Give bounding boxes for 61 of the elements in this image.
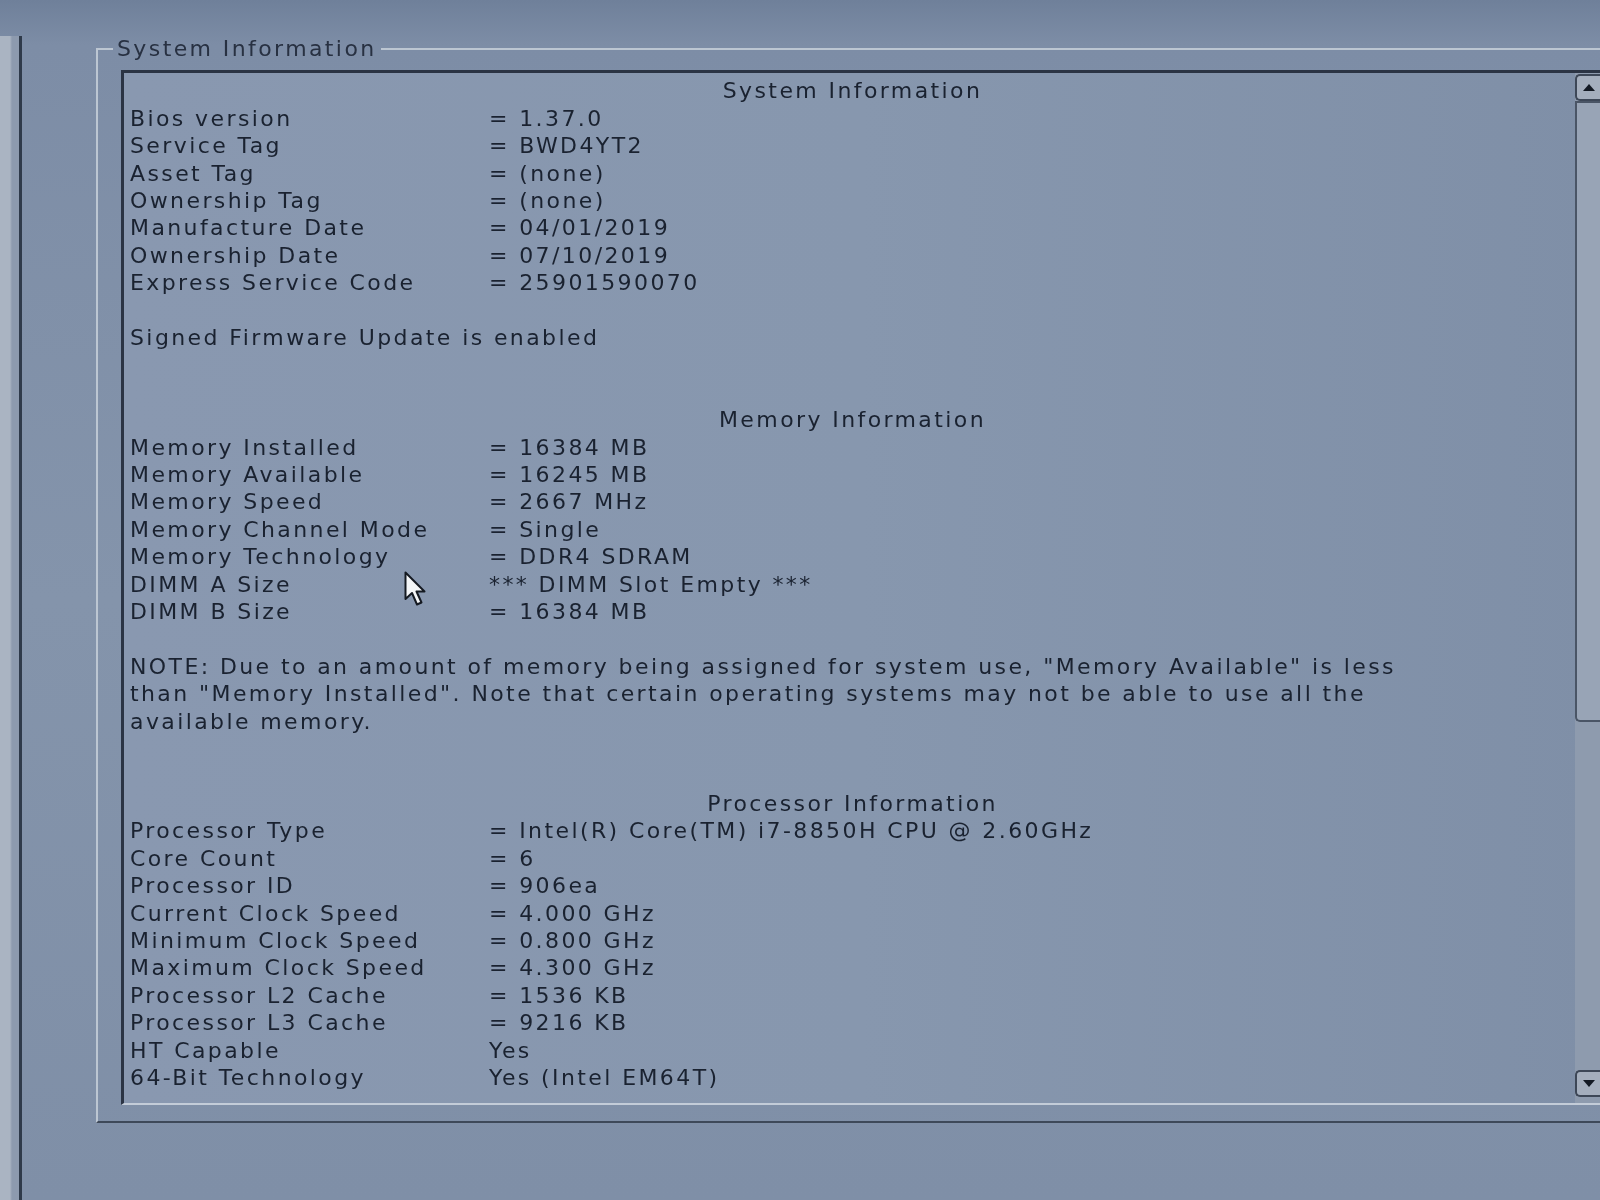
field-value: = 4.000 GHz — [489, 899, 656, 927]
field-value: = 4.300 GHz — [489, 954, 656, 982]
field-label: Memory Speed — [130, 488, 325, 516]
field-value: = 1.37.0 — [489, 104, 604, 133]
section-heading: System Information — [722, 78, 983, 104]
field-value: = (none) — [489, 187, 606, 215]
field-value: = 16384 MB — [489, 433, 650, 462]
field-value: = 1536 KB — [489, 981, 629, 1010]
field-label: Memory Technology — [130, 543, 391, 571]
field-value: = BWD4YT2 — [489, 132, 644, 160]
field-label: HT Capable — [130, 1036, 281, 1064]
field-value: = DDR4 SDRAM — [489, 543, 693, 571]
section-heading: Processor Information — [707, 790, 998, 816]
field-label: Processor Type — [130, 817, 328, 845]
section-heading: Memory Information — [719, 407, 986, 433]
field-value: = 07/10/2019 — [489, 241, 671, 270]
field-label: Processor L2 Cache — [130, 981, 388, 1010]
field-value: = 16245 MB — [489, 461, 650, 489]
field-value: = 906ea — [489, 872, 601, 900]
field-label: Service Tag — [130, 132, 282, 160]
field-label: Current Clock Speed — [130, 899, 401, 927]
note-text: NOTE: Due to an amount of memory being assigned for system use, "Memory Available" is less than "Memory Installed". Note that certain operating systems may not be able to use all the available memory. — [130, 652, 1397, 736]
field-label: Manufacture Date — [130, 214, 367, 242]
field-label: DIMM A Size — [130, 570, 292, 599]
field-value: = 2667 MHz — [489, 488, 649, 516]
caret-up-icon — [1582, 84, 1595, 92]
field-value: = 04/01/2019 — [489, 214, 671, 242]
field-value: = Intel(R) Core(TM) i7-8850H CPU @ 2.60GHz — [489, 817, 1094, 845]
field-label: Memory Installed — [130, 433, 359, 462]
field-label: Memory Channel Mode — [130, 515, 430, 544]
field-value: = 6 — [489, 844, 536, 873]
field-value: = 16384 MB — [489, 598, 650, 626]
group-box-title: System Information — [116, 35, 378, 63]
field-label: Express Service Code — [130, 269, 416, 297]
caret-down-icon — [1582, 1080, 1595, 1088]
field-label: Maximum Clock Speed — [130, 954, 427, 982]
scrollbar[interactable] — [1575, 73, 1600, 1104]
field-value: *** DIMM Slot Empty *** — [489, 570, 813, 599]
field-label: Core Count — [130, 844, 278, 873]
field-label: 64-Bit Technology — [130, 1063, 366, 1092]
field-label: Processor ID — [130, 872, 296, 900]
field-label: Bios version — [130, 104, 293, 133]
field-value: Yes (Intel EM64T) — [489, 1063, 720, 1092]
field-value: = 0.800 GHz — [489, 926, 656, 955]
field-label: Ownership Date — [130, 241, 341, 270]
field-value: = (none) — [489, 159, 606, 188]
scroll-down-button[interactable] — [1575, 1070, 1600, 1098]
field-value: = Single — [489, 515, 602, 544]
field-label: Processor L3 Cache — [130, 1009, 388, 1037]
scrollbar-thumb[interactable] — [1575, 101, 1600, 723]
field-value: = 25901590070 — [489, 269, 700, 297]
field-label: Memory Available — [130, 461, 365, 489]
field-label: Ownership Tag — [130, 187, 323, 215]
field-value: Yes — [489, 1036, 532, 1064]
field-label: DIMM B Size — [130, 598, 293, 626]
field-label: Minimum Clock Speed — [130, 926, 421, 955]
scroll-up-button[interactable] — [1575, 74, 1600, 102]
field-label: Asset Tag — [130, 159, 256, 188]
field-value: = 9216 KB — [489, 1009, 629, 1037]
mouse-cursor-icon — [404, 571, 426, 607]
note-text: Signed Firmware Update is enabled — [130, 324, 600, 352]
